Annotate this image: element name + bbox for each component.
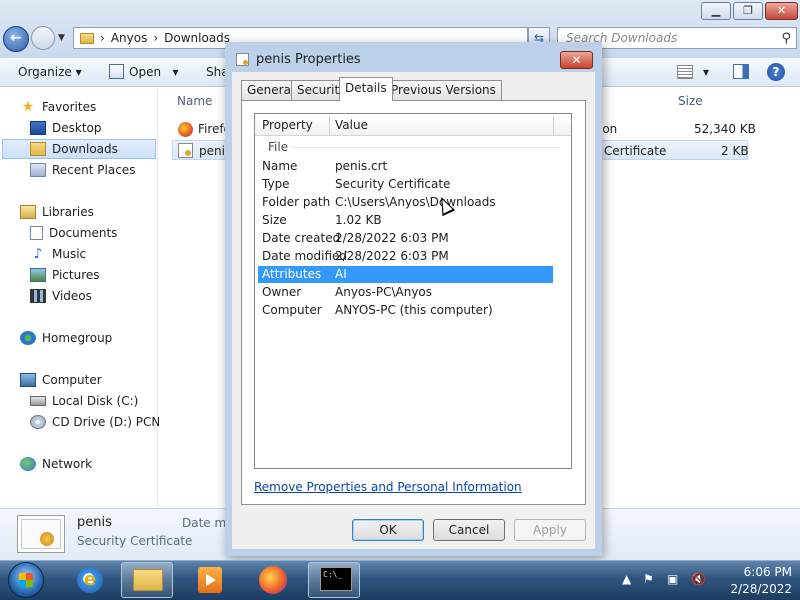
group-divider (292, 147, 560, 148)
close-button[interactable]: ✕ (765, 2, 798, 20)
nav-music[interactable]: ♪ Music (30, 244, 87, 264)
details-file-name: penis (77, 515, 112, 530)
property-row-size[interactable]: Size 1.02 KB (258, 212, 553, 229)
property-row-folder-path[interactable]: Folder path C:\Users\Anyos\Downloads (258, 194, 553, 211)
column-separator[interactable] (553, 115, 554, 135)
windows-explorer-icon (133, 569, 163, 591)
change-view-icon[interactable] (677, 65, 693, 79)
maximize-button[interactable]: ❐ (733, 2, 763, 20)
certificate-icon (236, 53, 249, 66)
network-status-icon[interactable]: ▣ (667, 572, 678, 586)
tab-previous-versions[interactable]: Previous Versions (385, 80, 502, 100)
breadcrumb-separator: › (153, 31, 159, 45)
media-player-icon (198, 567, 222, 593)
music-note-icon: ♪ (33, 246, 43, 262)
show-hidden-icons-button[interactable]: ▲ (622, 572, 631, 586)
breadcrumb-item-downloads[interactable]: Downloads (164, 31, 230, 45)
forward-button[interactable] (31, 26, 55, 50)
column-separator[interactable] (329, 115, 330, 135)
nav-recent-places[interactable]: Recent Places (30, 160, 135, 180)
internet-explorer-icon: e (77, 567, 103, 593)
command-prompt-icon: C:\_ (320, 567, 352, 591)
property-row-type[interactable]: Type Security Certificate (258, 176, 553, 193)
open-button[interactable]: Open ▾ (129, 65, 179, 79)
column-header-name[interactable]: Name (177, 94, 212, 108)
column-header-property[interactable]: Property (262, 118, 313, 132)
certificate-icon (178, 143, 193, 158)
action-center-flag-icon[interactable]: ⚑ (643, 572, 654, 586)
nav-libraries[interactable]: Libraries (20, 202, 94, 222)
property-row-date-created[interactable]: Date created 2/28/2022 6:03 PM (258, 230, 553, 247)
dialog-close-button[interactable]: ✕ (560, 51, 593, 69)
property-group-label: File (268, 140, 289, 154)
column-header-value[interactable]: Value (335, 118, 368, 132)
videos-icon (30, 289, 46, 303)
nav-homegroup[interactable]: Homegroup (20, 328, 112, 348)
volume-muted-icon[interactable]: 🔇 (691, 572, 706, 586)
nav-downloads[interactable]: Downloads (2, 139, 156, 159)
view-options-chevron-down-icon[interactable]: ▾ (703, 65, 709, 79)
firefox-icon (259, 566, 287, 594)
nav-local-disk[interactable]: Local Disk (C:) (30, 391, 138, 411)
property-row-attributes[interactable]: Attributes AI (258, 266, 553, 283)
cancel-button[interactable]: Cancel (433, 519, 505, 541)
nav-videos[interactable]: Videos (30, 286, 92, 306)
property-row-date-modified[interactable]: Date modified 2/28/2022 6:03 PM (258, 248, 553, 265)
downloads-folder-icon (30, 142, 46, 156)
help-icon[interactable]: ? (767, 63, 785, 81)
nav-network[interactable]: Network (20, 454, 92, 474)
file-type: Certificate (604, 144, 667, 158)
breadcrumb-item-anyos[interactable]: Anyos (111, 31, 148, 45)
open-icon (109, 64, 124, 79)
dialog-title: penis Properties (256, 52, 361, 67)
computer-icon (20, 373, 36, 387)
star-icon: ★ (21, 99, 35, 115)
ok-button[interactable]: OK (352, 519, 424, 541)
nav-desktop[interactable]: Desktop (30, 118, 102, 138)
nav-documents[interactable]: Documents (30, 223, 117, 243)
recent-pages-chevron-down-icon[interactable]: ▼ (58, 33, 65, 43)
details-file-type: Security Certificate (77, 534, 193, 548)
nav-cd-drive[interactable]: CD Drive (D:) PCNet (30, 412, 172, 432)
firefox-icon (178, 122, 193, 137)
taskbar (0, 560, 800, 600)
network-icon (20, 457, 36, 471)
nav-computer[interactable]: Computer (20, 370, 102, 390)
homegroup-icon (20, 331, 36, 345)
certificate-large-icon (17, 515, 65, 553)
libraries-icon (20, 205, 36, 219)
file-size: 52,340 KB (694, 122, 756, 136)
pictures-icon (30, 268, 46, 282)
start-button[interactable] (8, 562, 44, 598)
organize-button[interactable]: Organize ▾ (18, 65, 82, 79)
minimize-button[interactable]: ▁ (701, 2, 731, 20)
file-size: 2 KB (721, 144, 749, 158)
back-button[interactable]: ← (3, 26, 29, 52)
property-row-owner[interactable]: Owner Anyos-PC\Anyos (258, 284, 553, 301)
nav-pictures[interactable]: Pictures (30, 265, 100, 285)
breadcrumb-separator: › (100, 31, 105, 45)
tab-details[interactable]: Details (339, 77, 393, 101)
search-icon[interactable]: ⚲ (781, 29, 791, 49)
remove-properties-link[interactable]: Remove Properties and Personal Informati… (254, 480, 522, 494)
cd-drive-icon (30, 415, 46, 429)
desktop-icon (30, 121, 46, 135)
property-row-name[interactable]: Name penis.crt (258, 158, 553, 175)
recent-places-icon (30, 163, 46, 177)
clock-date[interactable]: 2/28/2022 (718, 582, 792, 596)
preview-pane-icon[interactable] (733, 64, 749, 79)
folder-icon (80, 32, 94, 44)
arrow-left-icon: ← (10, 30, 22, 46)
nav-favorites[interactable]: ★ Favorites (20, 97, 97, 117)
apply-button[interactable]: Apply (514, 519, 586, 541)
column-header-size[interactable]: Size (678, 94, 703, 108)
clock-time[interactable]: 6:06 PM (728, 565, 792, 579)
hard-disk-icon (30, 396, 46, 406)
documents-icon (30, 226, 43, 240)
property-row-computer[interactable]: Computer ANYOS-PC (this computer) (258, 302, 553, 319)
